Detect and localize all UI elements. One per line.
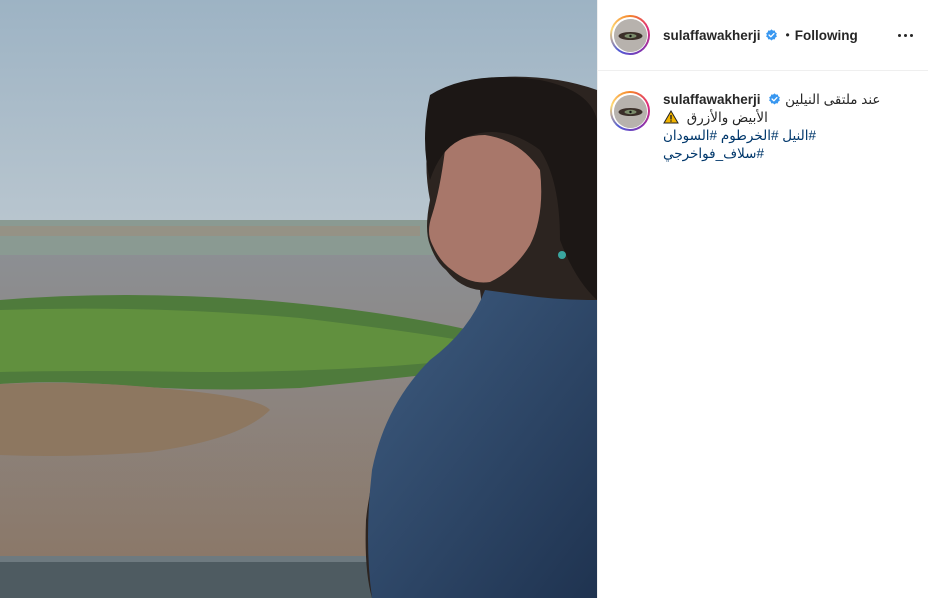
post-image xyxy=(0,0,597,598)
warning-sign-icon xyxy=(663,110,679,124)
avatar-image xyxy=(613,18,647,52)
following-button[interactable]: Following xyxy=(795,28,858,43)
separator-dot: • xyxy=(785,28,790,42)
hashtags-line2: #سلاف_فواخرجي xyxy=(663,145,914,163)
header-username[interactable]: sulaffawakherji xyxy=(663,28,761,43)
avatar[interactable] xyxy=(610,15,650,55)
hashtag-link[interactable]: #السودان xyxy=(663,128,717,143)
hashtag-link[interactable]: #النيل xyxy=(782,128,816,143)
post-photo[interactable] xyxy=(0,0,597,598)
caption: sulaffawakherji عند ملتقى النيلين الأبيض… xyxy=(598,71,928,163)
verified-badge-icon xyxy=(769,93,781,105)
hashtag-link[interactable]: #سلاف_فواخرجي xyxy=(663,146,764,161)
caption-username[interactable]: sulaffawakherji xyxy=(663,92,761,107)
hashtags-line1: #النيل #الخرطوم #السودان xyxy=(663,127,914,145)
caption-avatar-image xyxy=(613,94,647,128)
caption-text-line1: عند ملتقى النيلين xyxy=(785,92,881,107)
hashtag-link[interactable]: #الخرطوم xyxy=(721,128,779,143)
caption-body: sulaffawakherji عند ملتقى النيلين الأبيض… xyxy=(663,91,914,163)
caption-avatar[interactable] xyxy=(610,91,650,131)
more-options-icon[interactable] xyxy=(894,24,916,46)
post-sidebar: sulaffawakherji • Following sulaffawakhe… xyxy=(597,0,928,598)
caption-text-line2: الأبيض والأزرق xyxy=(686,110,768,125)
verified-badge-icon xyxy=(765,28,777,40)
post-header: sulaffawakherji • Following xyxy=(598,0,928,71)
